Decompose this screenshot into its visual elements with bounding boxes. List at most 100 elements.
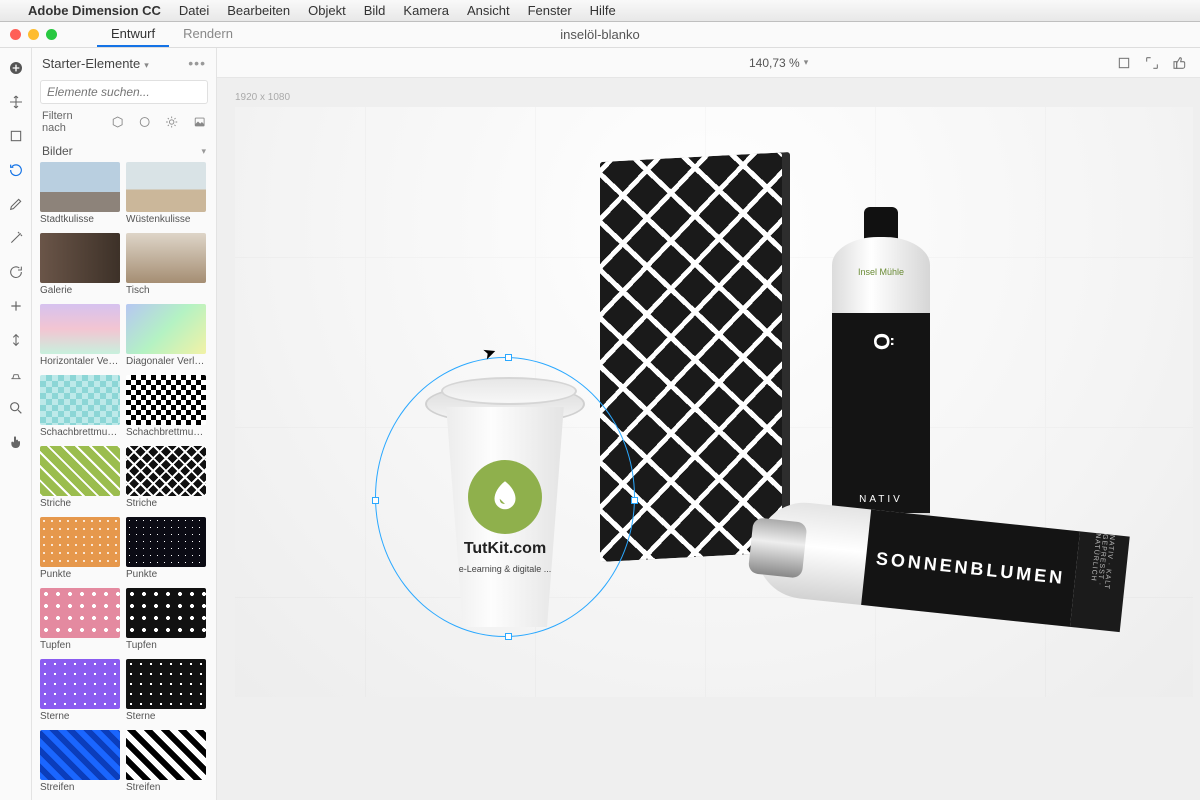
asset-label: Streifen	[126, 780, 206, 799]
minimize-window[interactable]	[28, 29, 39, 40]
asset-item[interactable]: Diagonaler Verlauf	[126, 304, 206, 373]
asset-thumb[interactable]	[126, 730, 206, 780]
rotate-tool-icon[interactable]	[6, 262, 26, 282]
asset-label: Diagonaler Verlauf	[126, 354, 206, 373]
canvas-area[interactable]: 1920 x 1080 ➤ TutKit.com	[217, 78, 1200, 800]
sampler-tool-icon[interactable]	[6, 364, 26, 384]
object-cup[interactable]: TutKit.com e-Learning & digitale ...	[425, 367, 585, 627]
menu-bearbeiten[interactable]: Bearbeiten	[227, 3, 290, 18]
asset-thumb[interactable]	[126, 517, 206, 567]
menu-datei[interactable]: Datei	[179, 3, 209, 18]
menu-ansicht[interactable]: Ansicht	[467, 3, 510, 18]
filter-row: Filtern nach	[32, 110, 216, 140]
asset-thumb[interactable]	[126, 446, 206, 496]
asset-item[interactable]: Schachbrettmuster	[126, 375, 206, 444]
asset-thumb[interactable]	[40, 446, 120, 496]
view-bounds-icon[interactable]	[1144, 55, 1160, 71]
bottle-brand: Insel Mühle	[832, 267, 930, 277]
assets-title[interactable]: Starter-Elemente▾	[42, 56, 149, 71]
pen-tool-icon[interactable]	[6, 194, 26, 214]
asset-thumb[interactable]	[126, 162, 206, 212]
filter-images-icon[interactable]	[193, 115, 206, 129]
asset-thumb[interactable]	[40, 517, 120, 567]
menu-objekt[interactable]: Objekt	[308, 3, 346, 18]
category-row[interactable]: Bilder ▾	[32, 140, 216, 162]
selection-handle[interactable]	[631, 497, 638, 504]
zoom-tool-icon[interactable]	[6, 398, 26, 418]
add-tool-icon[interactable]	[6, 58, 26, 78]
maximize-window[interactable]	[46, 29, 57, 40]
selection-handle[interactable]	[505, 633, 512, 640]
asset-item[interactable]: Tupfen	[126, 588, 206, 657]
menu-kamera[interactable]: Kamera	[403, 3, 449, 18]
tool-rail	[0, 48, 32, 800]
vertical-move-icon[interactable]	[6, 330, 26, 350]
asset-thumb[interactable]	[40, 588, 120, 638]
assets-search-input[interactable]	[47, 85, 204, 99]
asset-thumb[interactable]	[40, 375, 120, 425]
asset-thumb[interactable]	[40, 304, 120, 354]
asset-item[interactable]: Streifen	[40, 730, 120, 799]
asset-item[interactable]: Streifen	[126, 730, 206, 799]
asset-thumb[interactable]	[40, 659, 120, 709]
asset-item[interactable]: Tisch	[126, 233, 206, 302]
viewport: 140,73 %▾ 1920 x 1080 ➤	[217, 48, 1200, 800]
asset-label: Schachbrettmuster	[126, 425, 206, 444]
asset-grid[interactable]: StadtkulisseWüstenkulisse Galerie TischHor…	[32, 162, 216, 800]
object-bottle-lying[interactable]: SONNENBLUMEN NATIV · KALT GEPRESST · NAT…	[750, 498, 1129, 646]
asset-item[interactable]: Sterne	[126, 659, 206, 728]
asset-thumb[interactable]	[126, 659, 206, 709]
asset-item[interactable]: Horizontaler Verlauf	[40, 304, 120, 373]
assets-search[interactable]	[40, 80, 208, 104]
cup-body: TutKit.com e-Learning & digitale ...	[435, 407, 575, 627]
selection-handle[interactable]	[372, 497, 379, 504]
asset-item[interactable]: Punkte	[126, 517, 206, 586]
selection-handle[interactable]	[505, 354, 512, 361]
wand-tool-icon[interactable]	[6, 228, 26, 248]
asset-item[interactable]: Stadtkulisse	[40, 162, 120, 231]
tab-entwurf[interactable]: Entwurf	[97, 22, 169, 47]
menu-bild[interactable]: Bild	[364, 3, 386, 18]
asset-item[interactable]: Schachbrettmuster	[40, 375, 120, 444]
asset-item[interactable]: Wüstenkulisse	[126, 162, 206, 231]
filter-models-icon[interactable]	[111, 115, 124, 129]
asset-label: Punkte	[40, 567, 120, 586]
zoom-level[interactable]: 140,73 %▾	[749, 56, 808, 70]
asset-label: Punkte	[126, 567, 206, 586]
asset-item[interactable]: Striche	[40, 446, 120, 515]
asset-thumb[interactable]	[126, 233, 206, 283]
mode-tabs: Entwurf Rendern	[97, 22, 247, 47]
document-title: inselöl-blanko	[560, 27, 640, 42]
orbit-tool-icon[interactable]	[6, 160, 26, 180]
asset-thumb[interactable]	[126, 588, 206, 638]
asset-thumb[interactable]	[126, 375, 206, 425]
filter-materials-icon[interactable]	[138, 115, 151, 129]
stage[interactable]: ➤ TutKit.com e-Learning & digitale ...	[235, 107, 1193, 697]
asset-item[interactable]: Striche	[126, 446, 206, 515]
asset-item[interactable]: Tupfen	[40, 588, 120, 657]
view-frame-icon[interactable]	[1116, 55, 1132, 71]
frame-tool-icon[interactable]	[6, 126, 26, 146]
asset-thumb[interactable]	[40, 730, 120, 780]
canvas-dimensions: 1920 x 1080	[235, 92, 1200, 103]
plus-tool-icon[interactable]	[6, 296, 26, 316]
menu-hilfe[interactable]: Hilfe	[590, 3, 616, 18]
cup-brand: TutKit.com	[464, 540, 546, 558]
asset-item[interactable]: Sterne	[40, 659, 120, 728]
asset-item[interactable]: Punkte	[40, 517, 120, 586]
panel-more-icon[interactable]: •••	[188, 55, 206, 71]
thumbs-up-icon[interactable]	[1172, 55, 1188, 71]
menu-fenster[interactable]: Fenster	[528, 3, 572, 18]
hand-tool-icon[interactable]	[6, 432, 26, 452]
close-window[interactable]	[10, 29, 21, 40]
move-tool-icon[interactable]	[6, 92, 26, 112]
asset-thumb[interactable]	[126, 304, 206, 354]
filter-lights-icon[interactable]	[165, 115, 178, 129]
app-name[interactable]: Adobe Dimension CC	[28, 3, 161, 18]
asset-thumb[interactable]	[40, 233, 120, 283]
asset-thumb[interactable]	[40, 162, 120, 212]
asset-label: Galerie	[40, 283, 120, 302]
asset-item[interactable]: Galerie	[40, 233, 120, 302]
bottle2-label: SONNENBLUMEN	[861, 509, 1080, 626]
tab-rendern[interactable]: Rendern	[169, 22, 247, 47]
